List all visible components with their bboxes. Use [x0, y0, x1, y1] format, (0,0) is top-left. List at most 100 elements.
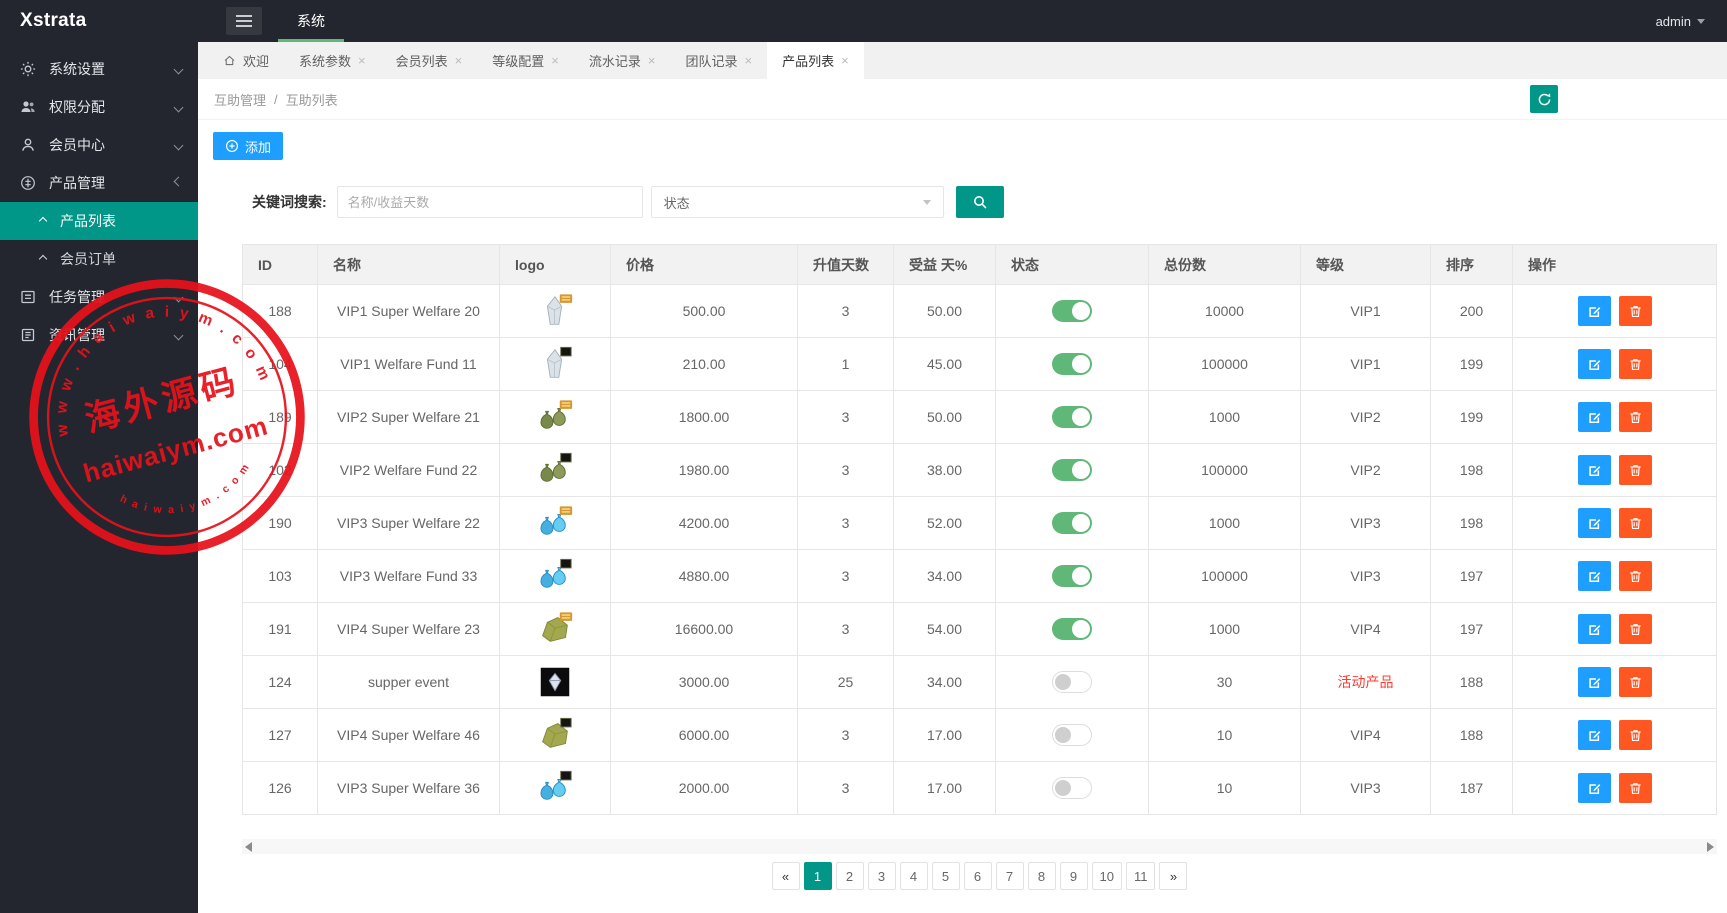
sidebar-item-label: 权限分配: [49, 99, 105, 115]
delete-button[interactable]: [1618, 455, 1652, 485]
edit-button[interactable]: [1577, 296, 1611, 326]
product-price: 210.00: [610, 337, 798, 391]
page-next[interactable]: »: [1159, 862, 1188, 890]
edit-button[interactable]: [1577, 614, 1611, 644]
page-3[interactable]: 3: [867, 862, 896, 890]
sidebar-item-permissions[interactable]: 权限分配: [0, 88, 198, 126]
product-name: VIP1 Super Welfare 20: [317, 284, 500, 338]
sidebar-subitem-member-orders[interactable]: 会员订单: [0, 240, 198, 278]
close-icon[interactable]: ×: [648, 53, 656, 68]
plus-circle-icon: [226, 140, 238, 152]
tab-system-params[interactable]: 系统参数 ×: [284, 42, 381, 79]
product-logo-cell: [499, 602, 611, 656]
level-label: VIP2: [1350, 462, 1381, 478]
status-select[interactable]: 状态: [650, 186, 944, 218]
status-toggle[interactable]: [1052, 353, 1092, 375]
page-9[interactable]: 9: [1059, 862, 1088, 890]
delete-button[interactable]: [1618, 561, 1652, 591]
tab-member-list[interactable]: 会员列表 ×: [381, 42, 478, 79]
tab-product-list[interactable]: 产品列表 ×: [767, 42, 864, 79]
page-5[interactable]: 5: [931, 862, 960, 890]
edit-button[interactable]: [1577, 402, 1611, 432]
main-area: 欢迎 系统参数 × 会员列表 × 等级配置 × 流水记录 × 团队记录 × 产品列表 × 互助管理 / …: [198, 42, 1727, 913]
sort-order: 200: [1430, 284, 1513, 338]
edit-icon: [1588, 412, 1600, 423]
sidebar-item-task-management[interactable]: 任务管理: [0, 278, 198, 316]
delete-button[interactable]: [1618, 402, 1652, 432]
gear-icon: [20, 61, 36, 77]
benefit-percent: 17.00: [893, 708, 996, 762]
status-toggle[interactable]: [1052, 406, 1092, 428]
page-4[interactable]: 4: [899, 862, 928, 890]
column-header-0: ID: [242, 244, 318, 285]
status-toggle[interactable]: [1052, 777, 1092, 799]
page-10[interactable]: 10: [1091, 862, 1122, 890]
scroll-right-icon[interactable]: [1707, 842, 1714, 852]
user-icon: [20, 137, 36, 153]
page-6[interactable]: 6: [963, 862, 992, 890]
sidebar-item-news-management[interactable]: 资讯管理: [0, 316, 198, 354]
page-1[interactable]: 1: [803, 862, 832, 890]
search-button[interactable]: [955, 186, 1004, 218]
delete-button[interactable]: [1618, 720, 1652, 750]
status-toggle[interactable]: [1052, 565, 1092, 587]
page-11[interactable]: 11: [1125, 862, 1156, 890]
page-7[interactable]: 7: [995, 862, 1024, 890]
tab-flow-records[interactable]: 流水记录 ×: [574, 42, 671, 79]
status-toggle[interactable]: [1052, 671, 1092, 693]
delete-button[interactable]: [1618, 349, 1652, 379]
status-toggle[interactable]: [1052, 724, 1092, 746]
edit-button[interactable]: [1577, 561, 1611, 591]
breadcrumb-separator: /: [274, 91, 278, 107]
close-icon[interactable]: ×: [744, 53, 752, 68]
delete-button[interactable]: [1618, 667, 1652, 697]
page-2[interactable]: 2: [835, 862, 864, 890]
sidebar-item-system-settings[interactable]: 系统设置: [0, 50, 198, 88]
status-toggle[interactable]: [1052, 300, 1092, 322]
level-label: VIP1: [1350, 356, 1381, 372]
column-header-9: 排序: [1430, 244, 1513, 285]
product-level: 活动产品: [1300, 655, 1431, 709]
chevron-left-icon: [173, 140, 184, 150]
tab-level-config[interactable]: 等级配置 ×: [477, 42, 574, 79]
delete-button[interactable]: [1618, 773, 1652, 803]
menu-collapse-icon[interactable]: [226, 7, 262, 35]
horizontal-scrollbar[interactable]: [242, 839, 1717, 854]
product-name: VIP3 Super Welfare 22: [317, 496, 500, 550]
delete-button[interactable]: [1618, 614, 1652, 644]
tab-welcome[interactable]: 欢迎: [208, 42, 284, 79]
product-logo-image: [540, 452, 572, 482]
edit-button[interactable]: [1577, 773, 1611, 803]
close-icon[interactable]: ×: [455, 53, 463, 68]
page-8[interactable]: 8: [1027, 862, 1056, 890]
status-toggle[interactable]: [1052, 618, 1092, 640]
close-icon[interactable]: ×: [358, 53, 366, 68]
user-menu[interactable]: admin: [1656, 0, 1727, 42]
sidebar-item-product-management[interactable]: 产品管理: [0, 164, 198, 202]
edit-button[interactable]: [1577, 349, 1611, 379]
sort-order: 188: [1430, 708, 1513, 762]
edit-button[interactable]: [1577, 720, 1611, 750]
page-prev[interactable]: «: [771, 862, 800, 890]
edit-button[interactable]: [1577, 667, 1611, 697]
close-icon[interactable]: ×: [841, 53, 849, 68]
product-price: 3000.00: [610, 655, 798, 709]
edit-button[interactable]: [1577, 508, 1611, 538]
status-toggle[interactable]: [1052, 512, 1092, 534]
top-nav-system[interactable]: 系统: [278, 0, 344, 42]
sidebar-item-member-center[interactable]: 会员中心: [0, 126, 198, 164]
sidebar-subitem-product-list[interactable]: 产品列表: [0, 202, 198, 240]
close-icon[interactable]: ×: [551, 53, 559, 68]
delete-button[interactable]: [1618, 296, 1652, 326]
add-button[interactable]: 添加: [213, 132, 284, 160]
delete-button[interactable]: [1618, 508, 1652, 538]
status-toggle[interactable]: [1052, 459, 1092, 481]
column-header-2: logo: [499, 244, 611, 285]
product-id: 103: [242, 549, 318, 603]
tab-team-records[interactable]: 团队记录 ×: [670, 42, 767, 79]
scroll-left-icon[interactable]: [245, 842, 252, 852]
keyword-input[interactable]: [336, 186, 643, 218]
status-cell: [995, 443, 1149, 497]
edit-button[interactable]: [1577, 455, 1611, 485]
refresh-button[interactable]: [1530, 85, 1558, 113]
